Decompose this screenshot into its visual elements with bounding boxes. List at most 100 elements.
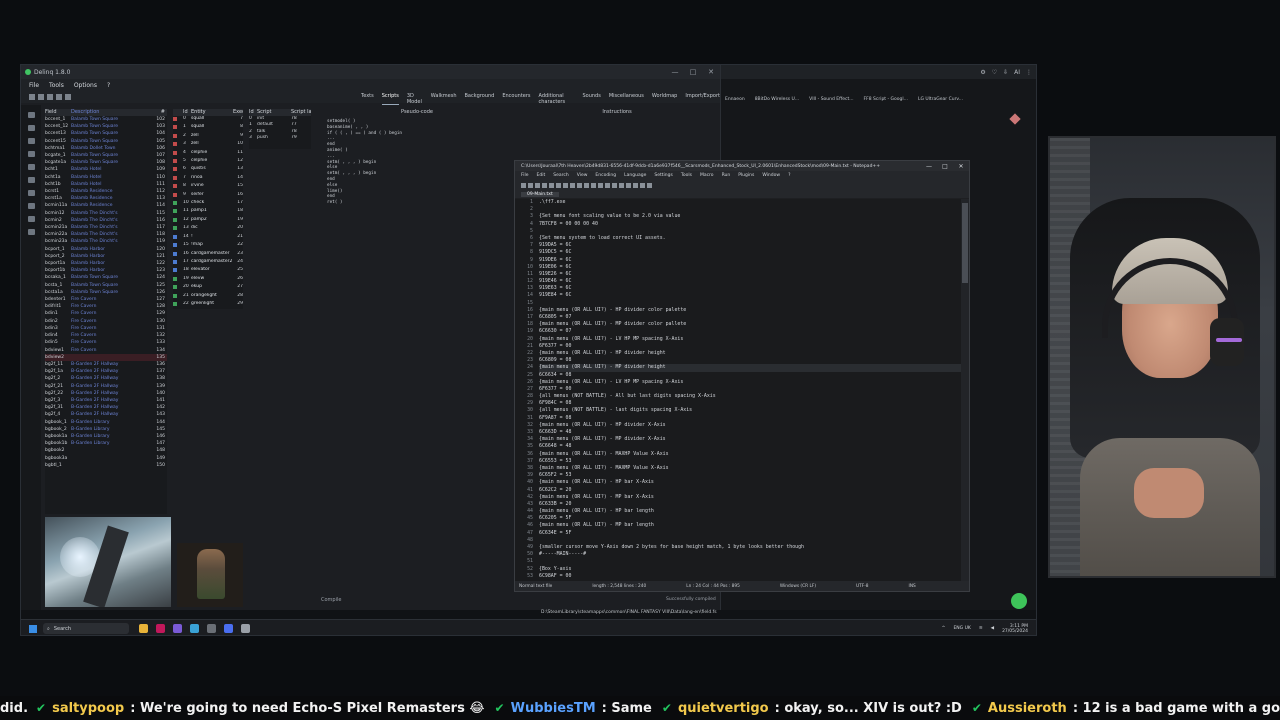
steam-icon[interactable] bbox=[207, 624, 216, 633]
field-row[interactable]: bgbook1a B-Garden Library 146 bbox=[45, 433, 167, 440]
field-row[interactable]: bcmin11a Balamb Residence 114 bbox=[45, 202, 167, 209]
field-row[interactable]: bg2f_1a B-Garden 2F Hallway 137 bbox=[45, 368, 167, 375]
col-script[interactable]: Script bbox=[257, 109, 291, 116]
wifi-icon[interactable]: ≋ bbox=[979, 626, 983, 631]
open-icon[interactable] bbox=[528, 182, 533, 188]
tab-texts[interactable]: Texts bbox=[361, 93, 374, 105]
bookmark-2[interactable]: 8BitDo Wireless U... bbox=[755, 97, 799, 102]
col-number[interactable]: # bbox=[155, 109, 165, 116]
field-row[interactable]: bcport_1 Balamb Harbor 120 bbox=[45, 246, 167, 253]
field-row[interactable]: bdenter1 Fire Cavern 127 bbox=[45, 296, 167, 303]
field-row[interactable]: bcrst1 Balamb Residence 112 bbox=[45, 188, 167, 195]
tray-arrow-icon[interactable]: ^ bbox=[942, 626, 946, 631]
bookmark-3[interactable]: VIII - Sound Effect... bbox=[809, 97, 853, 102]
tab-worldmap[interactable]: Worldmap bbox=[652, 93, 677, 105]
field-row[interactable]: bcsta_1 Balamb Town Square 125 bbox=[45, 282, 167, 289]
field-row[interactable]: bcmin2 Balamb The Dincht's 116 bbox=[45, 217, 167, 224]
field-row[interactable]: bcmin23a Balamb The Dincht's 119 bbox=[45, 238, 167, 245]
menu-tools[interactable]: Tools bbox=[49, 82, 64, 89]
field-row[interactable]: bdin4 Fire Cavern 132 bbox=[45, 332, 167, 339]
notepad-menu-item[interactable]: Settings bbox=[654, 173, 672, 178]
volume-icon[interactable]: ◀ bbox=[991, 626, 994, 631]
file-explorer-icon[interactable] bbox=[139, 624, 148, 633]
entity-row[interactable]: 5 celphie 12 bbox=[173, 158, 243, 166]
settings-icon[interactable] bbox=[27, 138, 35, 144]
scrollbar-thumb[interactable] bbox=[962, 203, 968, 283]
bookmark-5[interactable]: LG UltraGear Curv... bbox=[918, 97, 963, 102]
ai-icon[interactable]: AI bbox=[1014, 69, 1020, 76]
tab-09-main[interactable]: 09-Main.txt bbox=[521, 191, 559, 197]
open-icon[interactable] bbox=[29, 94, 35, 100]
field-row[interactable]: bcport1a Balamb Harbor 122 bbox=[45, 260, 167, 267]
close-icon[interactable]: ✕ bbox=[702, 68, 720, 76]
tab-additional-characters[interactable]: Additional characters bbox=[539, 93, 575, 105]
print-icon[interactable] bbox=[556, 182, 561, 188]
menu-options[interactable]: Options bbox=[74, 82, 97, 89]
files-icon[interactable] bbox=[27, 151, 35, 157]
field-row[interactable]: bdin2 Fire Cavern 130 bbox=[45, 318, 167, 325]
menu-icon[interactable]: ⋮ bbox=[1026, 69, 1032, 76]
media-app-icon[interactable] bbox=[156, 624, 165, 633]
entity-row[interactable]: 8 irvine 15 bbox=[173, 183, 243, 191]
menu-help[interactable]: ? bbox=[107, 82, 110, 89]
notepad-menu-item[interactable]: Language bbox=[624, 173, 646, 178]
entity-row[interactable]: 12 pamp2 19 bbox=[173, 217, 243, 225]
vertical-scrollbar[interactable] bbox=[961, 199, 969, 582]
field-row[interactable]: bccent_1 Balamb Town Square 102 bbox=[45, 116, 167, 123]
entity-row[interactable]: 11 pamp1 18 bbox=[173, 208, 243, 216]
save-all-icon[interactable] bbox=[47, 94, 53, 100]
replace-icon[interactable] bbox=[605, 182, 610, 188]
entity-row[interactable]: 9 seifer 16 bbox=[173, 192, 243, 200]
notepad-menu-item[interactable]: Window bbox=[762, 173, 780, 178]
field-row[interactable]: bdview2 135 bbox=[45, 353, 167, 361]
extensions-icon[interactable]: ⚙ bbox=[980, 69, 985, 76]
notepad-menu-item[interactable]: Search bbox=[553, 173, 568, 178]
entity-row[interactable]: 17 cardgamemaster2 24 bbox=[173, 259, 243, 267]
col-id[interactable]: Id bbox=[183, 109, 191, 116]
col-field[interactable]: Field bbox=[45, 109, 71, 116]
field-row[interactable]: bcgate_1 Balamb Town Square 107 bbox=[45, 152, 167, 159]
play-icon[interactable] bbox=[647, 182, 652, 188]
entity-row[interactable]: 13 dic 20 bbox=[173, 225, 243, 233]
entity-row[interactable]: 4 celphie 11 bbox=[173, 150, 243, 158]
maximize-icon[interactable]: □ bbox=[684, 68, 702, 76]
field-row[interactable]: bcsaka_1 Balamb Town Square 124 bbox=[45, 274, 167, 281]
field-row[interactable]: bgbook3a 149 bbox=[45, 455, 167, 462]
field-row[interactable]: bgbook_2 B-Garden Library 145 bbox=[45, 426, 167, 433]
entity-row[interactable]: 6 quistis 13 bbox=[173, 166, 243, 174]
notepad-menu-item[interactable]: File bbox=[521, 173, 529, 178]
tab-encounters[interactable]: Encounters bbox=[502, 93, 530, 105]
field-row[interactable]: bcport1b Balamb Harbor 123 bbox=[45, 267, 167, 274]
field-row[interactable]: bdin5 Fire Cavern 133 bbox=[45, 339, 167, 346]
tab-scripts[interactable]: Scripts bbox=[381, 93, 399, 105]
notepad-menu-item[interactable]: Tools bbox=[681, 173, 692, 178]
field-row[interactable]: bgbtl_1 150 bbox=[45, 462, 167, 469]
history-icon[interactable] bbox=[27, 125, 35, 131]
tab-sounds[interactable]: Sounds bbox=[582, 93, 600, 105]
save-icon[interactable] bbox=[535, 182, 540, 188]
col-entity[interactable]: Entity bbox=[191, 109, 233, 116]
field-row[interactable]: bdifrit1 Fire Cavern 128 bbox=[45, 303, 167, 310]
entity-row[interactable]: 19 elevw 26 bbox=[173, 276, 243, 284]
redo-icon[interactable] bbox=[591, 182, 596, 188]
tray-clock[interactable]: 3:11 PM 27/05/2024 bbox=[1002, 624, 1028, 634]
field-row[interactable]: bcmin12 Balamb The Dincht's 115 bbox=[45, 210, 167, 217]
bookmark-icon[interactable] bbox=[27, 229, 35, 235]
entity-row[interactable]: 20 ekup 27 bbox=[173, 284, 243, 292]
text-editor[interactable]: 1 2 3 4 5 6 7 8 9 10 11 12 13 14 15 16 17 18 19 20 21 22 23 24 2… bbox=[515, 199, 961, 582]
field-row[interactable]: bcmin22a Balamb The Dincht's 118 bbox=[45, 231, 167, 238]
notepad-menu-item[interactable]: ? bbox=[788, 173, 790, 178]
field-row[interactable]: bgbook1b B-Garden Library 147 bbox=[45, 440, 167, 447]
chart-icon[interactable] bbox=[27, 216, 35, 222]
entity-row[interactable]: 3 zell 10 bbox=[173, 141, 243, 149]
tab-miscellaneous[interactable]: Miscellaneous bbox=[609, 93, 644, 105]
field-row[interactable]: bdview1 Fire Cavern 134 bbox=[45, 347, 167, 354]
entity-row[interactable]: 16 cardgamemaster 23 bbox=[173, 251, 243, 259]
field-row[interactable]: bdin1 Fire Cavern 129 bbox=[45, 310, 167, 317]
field-row[interactable]: bg2f_3 B-Garden 2F Hallway 141 bbox=[45, 397, 167, 404]
zoom-in-icon[interactable] bbox=[612, 182, 617, 188]
discord-icon[interactable] bbox=[224, 624, 233, 633]
browser-app-icon[interactable] bbox=[190, 624, 199, 633]
download-icon[interactable]: ⇩ bbox=[1003, 69, 1008, 76]
field-row[interactable]: bcsta1a Balamb Town Square 126 bbox=[45, 289, 167, 296]
